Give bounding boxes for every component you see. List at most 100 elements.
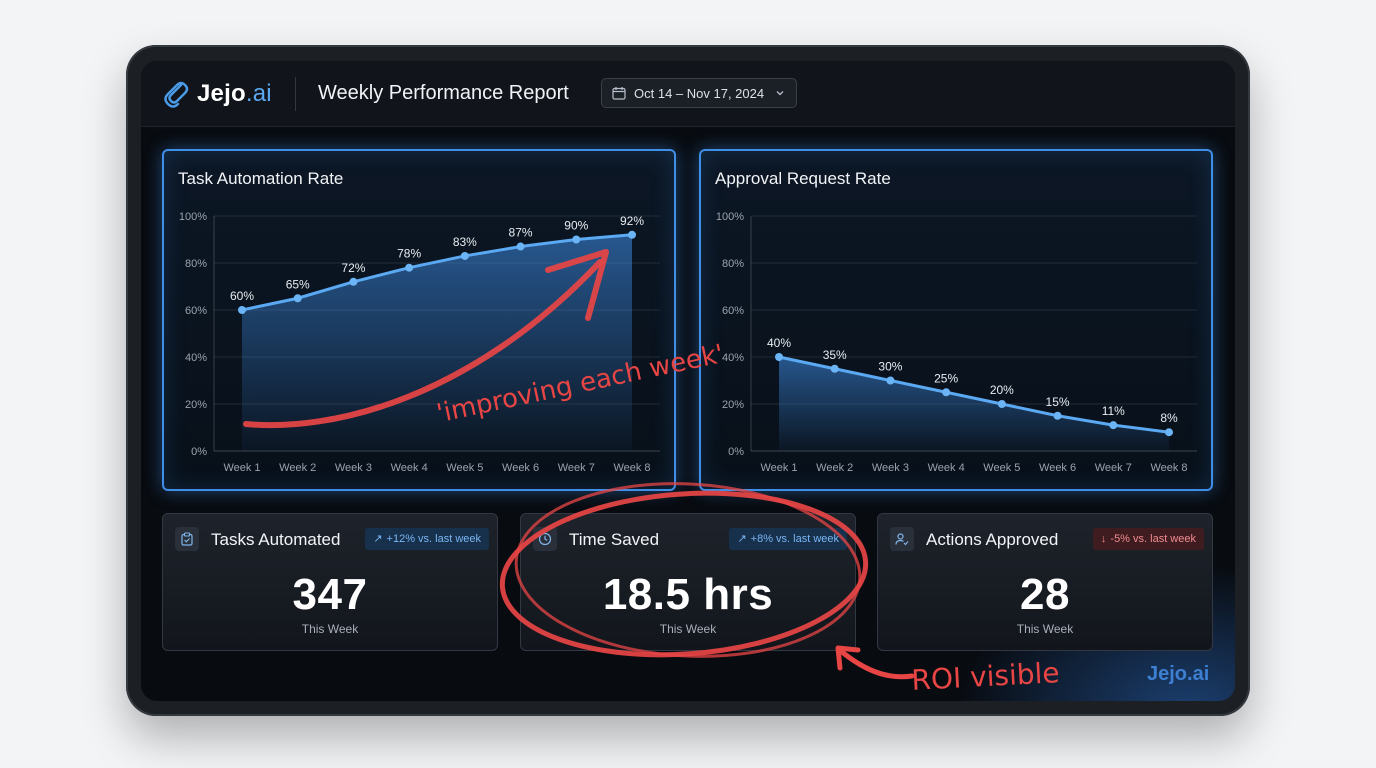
y-tick-label: 40% bbox=[185, 352, 207, 364]
chart-panel-automation: Task Automation Rate 0% 20% 40% 60% 80% 100% 6… bbox=[162, 149, 676, 491]
trend-badge-text: -5% vs. last week bbox=[1110, 533, 1196, 545]
data-label: 8% bbox=[1160, 411, 1178, 425]
x-tick-label: Week 7 bbox=[1095, 462, 1132, 474]
date-range-picker[interactable]: Oct 14 – Nov 17, 2024 bbox=[601, 78, 797, 108]
kpi-period: This Week bbox=[659, 622, 717, 636]
arrow-up-right-icon: ↗ bbox=[373, 533, 383, 545]
data-label: 25% bbox=[934, 371, 958, 385]
y-tick-label: 100% bbox=[716, 211, 744, 223]
arrow-down-icon: ↓ bbox=[1100, 533, 1107, 545]
data-point bbox=[405, 263, 414, 272]
kpi-period: This Week bbox=[301, 622, 359, 636]
data-point bbox=[997, 400, 1006, 408]
x-tick-label: Week 8 bbox=[613, 462, 650, 474]
clock-icon bbox=[533, 527, 557, 551]
kpi-value: 347 bbox=[292, 570, 368, 619]
chart-approval: 0% 20% 40% 60% 80% 100% 40% Week 1 35% Week 2 30% W… bbox=[716, 211, 1197, 474]
data-label: 40% bbox=[767, 336, 791, 350]
brand-name-accent: .ai bbox=[245, 80, 272, 107]
data-label: 83% bbox=[453, 235, 477, 249]
data-label: 30% bbox=[878, 360, 902, 374]
data-point bbox=[572, 235, 581, 244]
kpi-label: Tasks Automated bbox=[211, 530, 341, 549]
area-fill bbox=[242, 234, 632, 451]
kpi-label: Time Saved bbox=[569, 530, 660, 549]
paperclip-icon bbox=[164, 81, 189, 108]
data-point bbox=[1165, 428, 1173, 437]
brand-name: Jejo.ai bbox=[197, 80, 272, 108]
kpi-label: Actions Approved bbox=[926, 530, 1059, 549]
data-point bbox=[830, 364, 839, 373]
x-tick-label: Week 2 bbox=[279, 462, 316, 474]
date-range-value: Oct 14 – Nov 17, 2024 bbox=[634, 85, 765, 101]
data-point bbox=[775, 353, 783, 361]
data-point bbox=[628, 230, 636, 239]
kpi-value: 18.5 hrs bbox=[602, 570, 774, 619]
y-tick-label: 20% bbox=[185, 399, 207, 411]
kpi-card-time-saved[interactable]: Time Saved ↗ +8% vs. last week 18.5 hrs T… bbox=[520, 513, 856, 651]
data-point bbox=[460, 251, 469, 260]
kpi-value: 28 bbox=[1020, 570, 1070, 619]
header-divider bbox=[295, 77, 296, 111]
x-tick-label: Week 7 bbox=[558, 462, 595, 474]
data-point bbox=[516, 242, 525, 251]
kpi-card-actions-approved[interactable]: Actions Approved ↓ -5% vs. last week 28 T… bbox=[877, 513, 1213, 651]
data-point bbox=[886, 376, 895, 385]
y-tick-label: 100% bbox=[179, 211, 207, 223]
calendar-icon bbox=[612, 87, 626, 100]
brand-logo[interactable]: Jejo.ai bbox=[161, 77, 272, 111]
x-tick-label: Week 3 bbox=[335, 462, 372, 474]
data-label: 11% bbox=[1102, 404, 1125, 418]
x-tick-label: Week 5 bbox=[446, 462, 483, 474]
data-label: 90% bbox=[564, 219, 588, 233]
data-label: 65% bbox=[286, 277, 310, 291]
x-tick-label: Week 4 bbox=[928, 462, 965, 474]
x-tick-label: Week 2 bbox=[816, 462, 853, 474]
data-label: 87% bbox=[509, 226, 533, 240]
trend-badge: ↓ -5% vs. last week bbox=[1092, 528, 1204, 550]
trend-badge-text: +8% vs. last week bbox=[750, 533, 839, 545]
brand-name-main: Jejo bbox=[197, 80, 246, 107]
dashboard-screen: Jejo.ai Weekly Performance Report Oct 14… bbox=[141, 61, 1235, 701]
trend-badge: ↗ +12% vs. last week bbox=[365, 528, 489, 550]
y-tick-label: 80% bbox=[185, 258, 207, 270]
x-tick-label: Week 8 bbox=[1150, 462, 1187, 474]
y-tick-label: 40% bbox=[722, 352, 744, 364]
trend-badge: ↗ +8% vs. last week bbox=[729, 528, 847, 550]
y-tick-label: 60% bbox=[722, 305, 744, 317]
x-tick-label: Week 1 bbox=[223, 462, 260, 474]
y-tick-label: 0% bbox=[191, 446, 207, 458]
data-point bbox=[293, 294, 302, 303]
y-tick-label: 0% bbox=[728, 446, 744, 458]
data-point bbox=[942, 388, 951, 397]
top-bar: Jejo.ai Weekly Performance Report Oct 14… bbox=[141, 61, 1235, 127]
user-check-icon bbox=[890, 527, 914, 551]
data-point bbox=[1053, 411, 1062, 420]
arrow-up-right-icon: ↗ bbox=[737, 533, 747, 545]
data-label: 92% bbox=[620, 214, 644, 228]
chart-automation: 0% 20% 40% 60% 80% 100% 60% Week 1 65% Week 2 72% W… bbox=[179, 211, 660, 474]
trend-badge-text: +12% vs. last week bbox=[386, 533, 481, 545]
x-tick-label: Week 6 bbox=[502, 462, 539, 474]
chart-panel-approval: Approval Request Rate 0% 20% 40% 60% 80% 100%… bbox=[699, 149, 1213, 491]
x-tick-label: Week 6 bbox=[1039, 462, 1076, 474]
data-point bbox=[1109, 421, 1118, 430]
kpi-card-tasks-automated[interactable]: Tasks Automated ↗ +12% vs. last week 347 … bbox=[162, 513, 498, 651]
data-label: 35% bbox=[823, 348, 847, 362]
data-point bbox=[349, 277, 358, 286]
data-label: 20% bbox=[990, 383, 1014, 397]
x-tick-label: Week 4 bbox=[391, 462, 428, 474]
data-label: 15% bbox=[1046, 395, 1070, 409]
data-point bbox=[238, 306, 246, 314]
x-tick-label: Week 3 bbox=[872, 462, 909, 474]
chevron-down-icon bbox=[776, 91, 784, 96]
watermark-logo: Jejo.ai bbox=[1147, 663, 1210, 685]
x-tick-label: Week 5 bbox=[983, 462, 1020, 474]
y-tick-label: 20% bbox=[722, 399, 744, 411]
data-label: 78% bbox=[397, 247, 421, 261]
data-label: 72% bbox=[341, 261, 365, 275]
page-title: Weekly Performance Report bbox=[318, 82, 569, 104]
kpi-period: This Week bbox=[1016, 622, 1074, 636]
y-tick-label: 60% bbox=[185, 305, 207, 317]
data-label: 60% bbox=[230, 289, 254, 303]
